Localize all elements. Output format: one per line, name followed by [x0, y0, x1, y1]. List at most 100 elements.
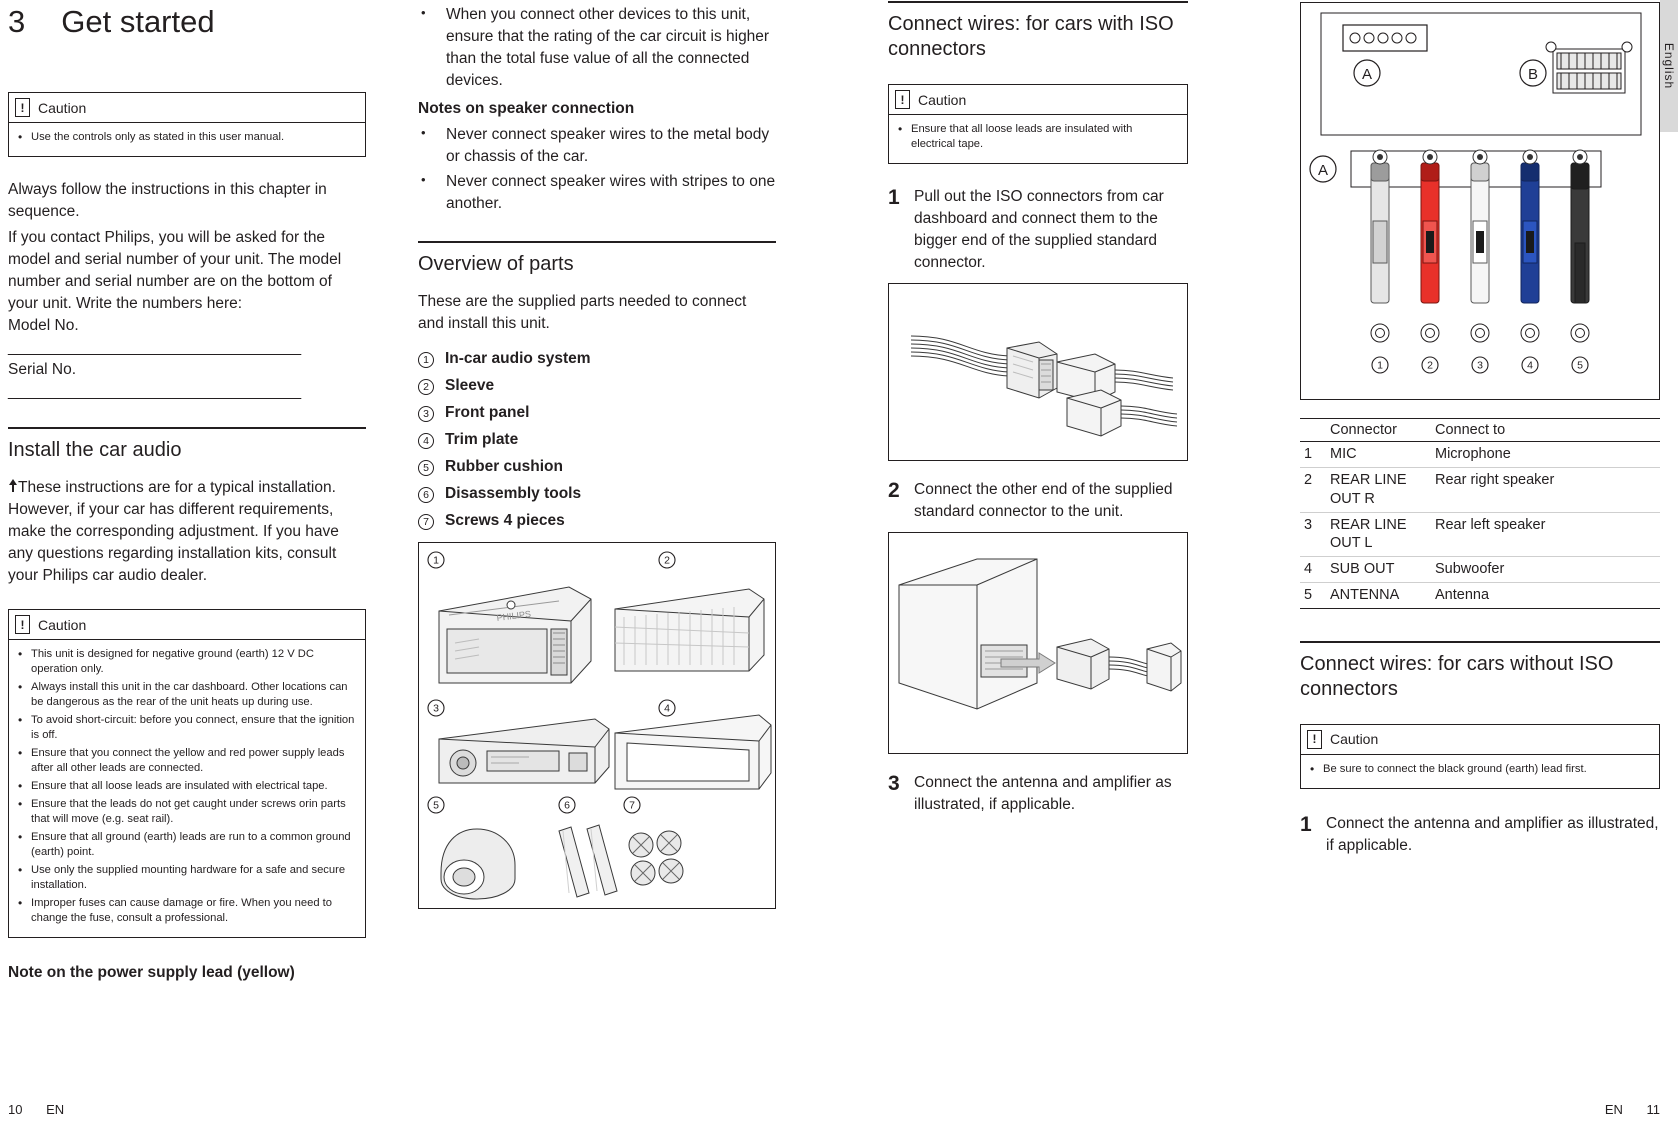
section-title-iso: Connect wires: for cars with ISO connect…	[888, 13, 1174, 60]
list-item: Use only the supplied mounting hardware …	[18, 862, 356, 893]
column-1: 3 Get started ! Caution Use the controls…	[8, 0, 366, 984]
language-tab-label: English	[1662, 42, 1676, 90]
rear-connection-diagram: A B A 1 2 3 4 5	[1309, 12, 1642, 374]
cell-connect-to: Subwoofer	[1431, 556, 1660, 584]
caution-list: This unit is designed for negative groun…	[18, 646, 356, 926]
part-number: 7	[418, 514, 434, 530]
svg-text:A: A	[1362, 66, 1372, 83]
caution-header: ! Caution	[9, 610, 365, 640]
col-header-connector: Connector	[1326, 418, 1431, 442]
part-label: Front panel	[445, 404, 530, 421]
list-item: Never connect speaker wires with stripes…	[418, 171, 776, 215]
step-text: Connect the other end of the supplied st…	[914, 481, 1173, 520]
caution-body: This unit is designed for negative groun…	[9, 640, 365, 937]
section-divider	[1300, 640, 1660, 643]
column-2: When you connect other devices to this u…	[418, 0, 776, 909]
section-divider	[418, 241, 776, 243]
list-item: 2 Sleeve	[418, 377, 776, 395]
cell-connect-to: Rear right speaker	[1431, 467, 1660, 513]
list-item: Ensure that all loose leads are insulate…	[18, 778, 356, 794]
step-number: 1	[888, 186, 900, 209]
part-label: Rubber cushion	[445, 458, 563, 475]
cell-connect-to: Antenna	[1431, 582, 1660, 609]
svg-text:4: 4	[1527, 360, 1533, 372]
top-bullet-list: When you connect other devices to this u…	[418, 4, 776, 92]
list-item: 5 Rubber cushion	[418, 458, 776, 476]
caution-title: Caution	[918, 91, 967, 108]
svg-text:2: 2	[664, 555, 670, 567]
footer-right: EN 11	[1605, 1102, 1660, 1117]
section-divider	[888, 1, 1188, 3]
figure-iso-connectors	[888, 283, 1188, 461]
part-label: Disassembly tools	[445, 485, 582, 502]
caution-box-non-iso: ! Caution Be sure to connect the black g…	[1300, 723, 1660, 789]
caution-box-install: ! Caution This unit is designed for nega…	[8, 609, 366, 938]
connector-table: Connector Connect to 1 MIC Microphone 2 …	[1300, 418, 1660, 609]
svg-text:6: 6	[564, 800, 570, 812]
part-label: Trim plate	[445, 431, 519, 448]
cell-index: 1	[1300, 441, 1326, 468]
page-number-right: 11	[1646, 1102, 1661, 1117]
language-tab: English	[1660, 0, 1678, 132]
caution-title: Caution	[38, 616, 87, 633]
svg-text:2: 2	[1427, 360, 1433, 372]
note-marker-icon	[9, 479, 17, 492]
chapter-number: 3	[8, 4, 26, 39]
step-2: 2 Connect the other end of the supplied …	[888, 479, 1188, 523]
step-1: 1 Pull out the ISO connectors from car d…	[888, 186, 1188, 274]
list-item: Use the controls only as stated in this …	[18, 129, 356, 145]
parts-illustration: 1 2 3 4 5 6 7 PHILIPS	[427, 551, 772, 900]
caution-header: ! Caution	[889, 85, 1187, 115]
cell-connector: REAR LINE OUT L	[1326, 512, 1431, 558]
step-number: 2	[888, 479, 900, 502]
section-title-overview: Overview of parts	[418, 253, 574, 275]
table-row: 1 MIC Microphone	[1300, 441, 1660, 468]
caution-title: Caution	[1330, 731, 1379, 748]
caution-header: ! Caution	[9, 93, 365, 123]
list-item: 7 Screws 4 pieces	[418, 512, 776, 530]
step-text: Connect the antenna and amplifier as ill…	[914, 774, 1172, 813]
list-item: 3 Front panel	[418, 404, 776, 422]
part-label: Screws 4 pieces	[445, 512, 565, 529]
cell-index: 3	[1300, 512, 1326, 558]
list-item: Ensure that you connect the yellow and r…	[18, 745, 356, 776]
list-item: Improper fuses can cause damage or fire.…	[18, 895, 356, 926]
svg-text:5: 5	[1577, 360, 1583, 372]
cell-index: 4	[1300, 556, 1326, 584]
caution-body: Ensure that all loose leads are insulate…	[889, 115, 1187, 163]
table-row: 3 REAR LINE OUT L Rear left speaker	[1300, 512, 1660, 558]
svg-text:B: B	[1528, 66, 1538, 83]
list-item: Ensure that the leads do not get caught …	[18, 796, 356, 827]
cell-index: 2	[1300, 467, 1326, 513]
col-header-connect-to: Connect to	[1431, 418, 1660, 442]
table-row: 5 ANTENNA Antenna	[1300, 582, 1660, 609]
col-header-index	[1300, 418, 1326, 442]
list-item: Ensure that all ground (earth) leads are…	[18, 829, 356, 860]
column-3: Connect wires: for cars with ISO connect…	[888, 0, 1188, 825]
list-item: Always install this unit in the car dash…	[18, 679, 356, 710]
note-icon	[8, 479, 18, 492]
list-item: When you connect other devices to this u…	[418, 4, 776, 92]
caution-body: Be sure to connect the black ground (ear…	[1301, 755, 1659, 788]
cell-connect-to: Rear left speaker	[1431, 512, 1660, 558]
caution-list: Ensure that all loose leads are insulate…	[898, 121, 1178, 152]
list-item: Be sure to connect the black ground (ear…	[1310, 761, 1650, 777]
cell-connector: SUB OUT	[1326, 556, 1431, 584]
unit-rear-illustration	[898, 558, 1182, 710]
warning-icon: !	[15, 98, 30, 117]
parts-figure: 1 2 3 4 5 6 7 PHILIPS	[418, 542, 776, 909]
svg-text:7: 7	[629, 800, 635, 812]
parts-list: 1 In-car audio system 2 Sleeve 3 Front p…	[418, 350, 776, 530]
step-number: 1	[1300, 812, 1312, 836]
section-divider	[8, 427, 366, 429]
step-3: 3 Connect the antenna and amplifier as i…	[888, 772, 1188, 816]
caution-list: Use the controls only as stated in this …	[18, 129, 356, 145]
speaker-notes-list: Never connect speaker wires to the metal…	[418, 124, 776, 215]
cell-connector: ANTENNA	[1326, 582, 1431, 609]
language-code-right: EN	[1604, 1102, 1623, 1117]
part-number: 6	[418, 487, 434, 503]
svg-text:5: 5	[433, 800, 439, 812]
intro-paragraph-1: Always follow the instructions in this c…	[8, 181, 327, 220]
step-text: Pull out the ISO connectors from car das…	[914, 188, 1164, 271]
svg-text:4: 4	[664, 703, 670, 715]
